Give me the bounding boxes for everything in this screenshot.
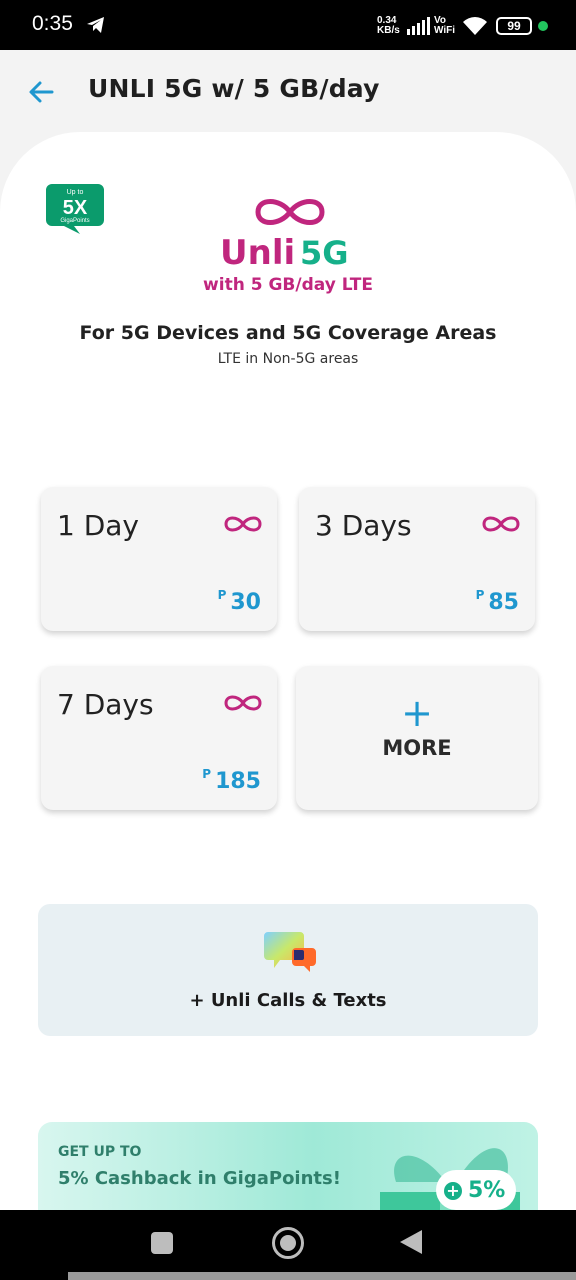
gigapoints-badge: Up to 5X GigaPoints bbox=[46, 184, 104, 234]
option-7-days[interactable]: 7 Days P 185 bbox=[41, 666, 277, 810]
unli-calls-texts-addon[interactable]: + Unli Calls & Texts bbox=[38, 904, 538, 1036]
lte-note: LTE in Non-5G areas bbox=[217, 351, 359, 367]
header: UNLI 5G w/ 5 GB/day bbox=[0, 50, 576, 130]
vowifi-indicator: Vo WiFi bbox=[434, 15, 456, 36]
option-price: P 85 bbox=[475, 588, 519, 615]
option-days-label: 7 Days bbox=[57, 688, 154, 721]
gesture-handle bbox=[68, 1272, 576, 1280]
option-days-label: 1 Day bbox=[57, 509, 140, 542]
option-price: P 185 bbox=[202, 767, 261, 794]
navigation-bar bbox=[0, 1210, 576, 1280]
infinity-icon bbox=[224, 695, 262, 711]
svg-text:GigaPoints: GigaPoints bbox=[60, 218, 89, 224]
plus-circle-icon: + bbox=[444, 1182, 462, 1200]
battery-icon: 99 bbox=[496, 17, 532, 35]
more-label: MORE bbox=[382, 736, 452, 760]
chat-bubbles-icon bbox=[264, 932, 316, 972]
status-bar: 0:35 0.34 KB/s Vo WiFi 99 bbox=[0, 0, 576, 50]
device-heading: For 5G Devices and 5G Coverage Areas bbox=[79, 322, 497, 344]
back-triangle-icon[interactable] bbox=[400, 1230, 422, 1254]
cashback-pill: + 5% bbox=[436, 1170, 516, 1210]
more-options-button[interactable]: + MORE bbox=[296, 666, 538, 810]
promo-kicker: GET UP TO bbox=[58, 1144, 142, 1160]
svg-text:Unli: Unli bbox=[220, 233, 295, 273]
cashback-percent: 5% bbox=[468, 1178, 506, 1203]
telegram-icon bbox=[87, 17, 104, 33]
promo-sheet: Up to 5X GigaPoints Unli 5G with 5 GB/da… bbox=[0, 132, 576, 1262]
infinity-icon bbox=[224, 516, 262, 532]
option-3-days[interactable]: 3 Days P 85 bbox=[299, 487, 535, 631]
status-time: 0:35 bbox=[32, 12, 73, 35]
infinity-icon bbox=[482, 516, 520, 532]
addon-label: + Unli Calls & Texts bbox=[189, 990, 387, 1011]
wifi-icon bbox=[463, 17, 487, 35]
promo-title: 5% Cashback in GigaPoints! bbox=[58, 1168, 341, 1189]
signal-icon bbox=[407, 17, 430, 35]
option-price: P 30 bbox=[217, 588, 261, 615]
plus-icon: + bbox=[401, 691, 433, 735]
recent-apps-icon[interactable] bbox=[151, 1232, 173, 1254]
network-speed: 0.34 KB/s bbox=[377, 15, 400, 36]
svg-text:5G: 5G bbox=[300, 234, 349, 272]
active-dot bbox=[538, 21, 548, 31]
svg-text:Up to: Up to bbox=[67, 189, 84, 196]
home-icon[interactable] bbox=[272, 1227, 304, 1259]
option-days-label: 3 Days bbox=[315, 509, 412, 542]
option-1-day[interactable]: 1 Day P 30 bbox=[41, 487, 277, 631]
app-screen: 0:35 0.34 KB/s Vo WiFi 99 UNLI 5G w/ 5 G… bbox=[0, 0, 576, 1280]
back-arrow-icon[interactable] bbox=[26, 78, 56, 106]
page-title: UNLI 5G w/ 5 GB/day bbox=[88, 74, 380, 103]
svg-text:5X: 5X bbox=[63, 197, 88, 219]
hero-subtitle: with 5 GB/day LTE bbox=[203, 275, 373, 295]
